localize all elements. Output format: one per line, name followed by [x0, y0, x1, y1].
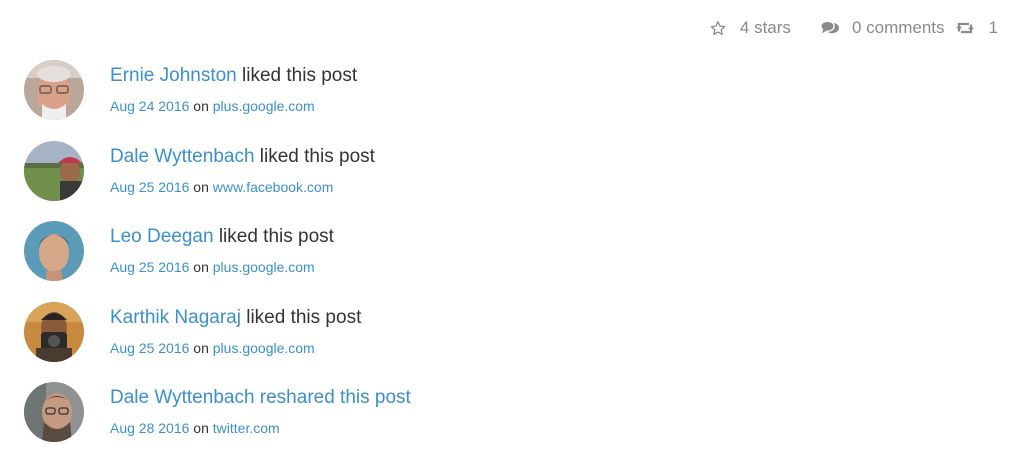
avatar[interactable] [24, 382, 84, 442]
activity-meta: Aug 25 2016 on plus.google.com [110, 258, 315, 276]
activity-action: liked this post [242, 65, 358, 86]
avatar[interactable] [24, 140, 84, 201]
stars-count: 4 stars [739, 18, 791, 37]
on-label: on [193, 98, 209, 114]
on-label: on [193, 420, 209, 436]
stars-stat[interactable]: 4 stars [709, 18, 791, 38]
user-name-link[interactable]: Dale Wyttenbach [110, 146, 255, 167]
reshares-count: 1 [988, 18, 998, 37]
activity-headline: Leo Deegan liked this post [110, 225, 334, 249]
user-name-link[interactable]: Dale Wyttenbach reshared this post [110, 387, 411, 408]
user-name-link[interactable]: Karthik Nagaraj [110, 307, 241, 328]
source-link[interactable]: twitter.com [213, 420, 280, 436]
comments-icon [820, 20, 852, 36]
activity-date-link[interactable]: Aug 25 2016 [110, 179, 189, 195]
activity-action: liked this post [218, 226, 334, 247]
activity-meta: Aug 25 2016 on www.facebook.com [110, 178, 333, 196]
on-label: on [193, 339, 209, 356]
avatar[interactable] [24, 301, 84, 362]
avatar[interactable] [24, 60, 84, 120]
source-link[interactable]: plus.google.com [213, 340, 315, 356]
source-link[interactable]: www.facebook.com [213, 179, 334, 195]
comments-stat[interactable]: 0 comments [820, 18, 945, 38]
user-name-link[interactable]: Ernie Johnston [110, 65, 237, 86]
activity-date-link[interactable]: Aug 28 2016 [110, 420, 189, 436]
retweet-icon [955, 20, 989, 36]
activity-date-link[interactable]: Aug 24 2016 [110, 98, 189, 114]
activity-headline: Ernie Johnston liked this post [110, 64, 357, 88]
avatar[interactable] [24, 221, 84, 281]
user-name-link[interactable]: Leo Deegan [110, 226, 214, 247]
activity-action: liked this post [246, 306, 362, 328]
on-label: on [193, 259, 209, 275]
activity-headline: Karthik Nagaraj liked this post [110, 306, 361, 330]
on-label: on [193, 178, 209, 195]
post-stats-bar: 4 stars 0 comments 1 [709, 18, 998, 38]
activity-date-link[interactable]: Aug 25 2016 [110, 259, 189, 275]
activity-headline: Dale Wyttenbach reshared this post [110, 386, 411, 410]
activity-date-link[interactable]: Aug 25 2016 [110, 340, 189, 356]
activity-headline: Dale Wyttenbach liked this post [110, 145, 375, 169]
comments-count: 0 comments [851, 18, 945, 37]
activity-meta: Aug 25 2016 on plus.google.com [110, 339, 315, 357]
reshares-stat[interactable]: 1 [955, 18, 998, 38]
source-link[interactable]: plus.google.com [213, 259, 315, 275]
source-link[interactable]: plus.google.com [213, 98, 315, 114]
star-icon [709, 20, 740, 37]
activity-action: liked this post [259, 145, 375, 167]
activity-meta: Aug 24 2016 on plus.google.com [110, 97, 315, 115]
activity-meta: Aug 28 2016 on twitter.com [110, 419, 280, 437]
